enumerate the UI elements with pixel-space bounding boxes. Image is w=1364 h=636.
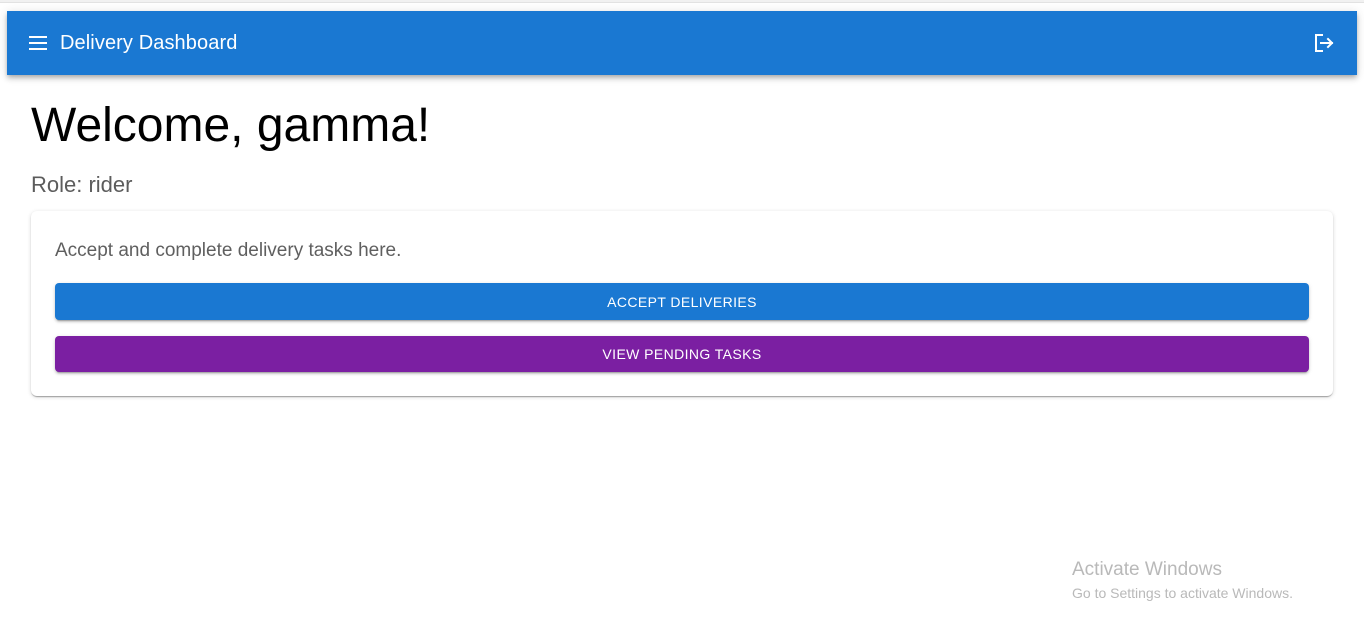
task-card: Accept and complete delivery tasks here.… (31, 211, 1333, 396)
app-bar: Delivery Dashboard (7, 11, 1357, 75)
activate-windows-watermark: Activate Windows Go to Settings to activ… (1072, 559, 1293, 603)
welcome-heading: Welcome, gamma! (31, 99, 431, 152)
watermark-title: Activate Windows (1072, 559, 1222, 580)
app-title: Delivery Dashboard (60, 32, 238, 54)
main-content: Welcome, gamma! Role: rider Accept and c… (31, 96, 1333, 396)
browser-top-strip (0, 0, 1364, 3)
view-pending-tasks-button[interactable]: VIEW PENDING TASKS (55, 336, 1309, 372)
role-text: Role: rider (31, 172, 133, 197)
menu-icon[interactable] (28, 33, 48, 53)
accept-deliveries-button[interactable]: ACCEPT DELIVERIES (55, 283, 1309, 320)
logout-icon[interactable] (1313, 31, 1337, 55)
card-description: Accept and complete delivery tasks here. (55, 240, 402, 261)
watermark-subtitle: Go to Settings to activate Windows. (1072, 585, 1293, 601)
